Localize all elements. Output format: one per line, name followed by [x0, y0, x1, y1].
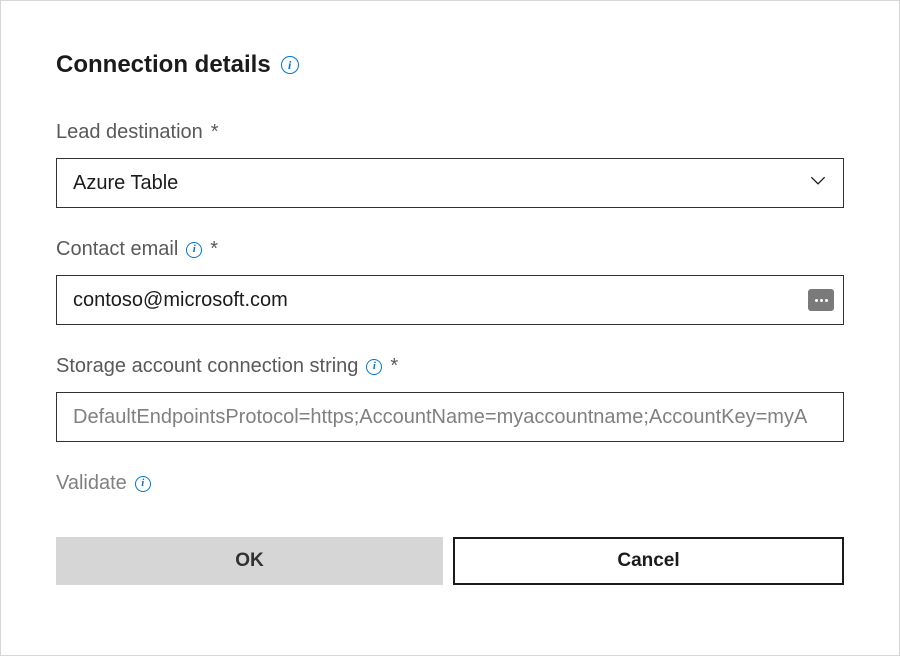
required-mark: * [390, 355, 398, 378]
validate-link[interactable]: Validate [56, 472, 127, 495]
contact-email-input-wrapper [56, 275, 844, 325]
contact-email-label: Contact email i * [56, 238, 844, 261]
info-icon[interactable]: i [281, 56, 299, 74]
connection-string-placeholder: DefaultEndpointsProtocol=https;AccountNa… [73, 406, 807, 429]
connection-string-input[interactable]: DefaultEndpointsProtocol=https;AccountNa… [56, 392, 844, 442]
validate-row: Validate i [56, 472, 844, 495]
field-label-text: Storage account connection string [56, 355, 358, 378]
lead-destination-field: Lead destination * Azure Table [56, 121, 844, 208]
ellipsis-icon[interactable] [808, 289, 834, 311]
lead-destination-select-wrapper: Azure Table [56, 158, 844, 208]
contact-email-input[interactable] [56, 275, 844, 325]
button-row: OK Cancel [56, 537, 844, 585]
panel-header: Connection details i [56, 51, 844, 79]
connection-details-panel: Connection details i Lead destination * … [0, 0, 900, 656]
lead-destination-label: Lead destination * [56, 121, 844, 144]
required-mark: * [211, 121, 219, 144]
info-icon[interactable]: i [135, 476, 151, 492]
contact-email-field: Contact email i * [56, 238, 844, 325]
ok-button[interactable]: OK [56, 537, 443, 585]
cancel-button[interactable]: Cancel [453, 537, 844, 585]
field-label-text: Lead destination [56, 121, 203, 144]
connection-string-field: Storage account connection string i * De… [56, 355, 844, 442]
info-icon[interactable]: i [366, 359, 382, 375]
required-mark: * [210, 238, 218, 261]
panel-title: Connection details [56, 51, 271, 79]
select-value: Azure Table [73, 172, 178, 195]
info-icon[interactable]: i [186, 242, 202, 258]
connection-string-label: Storage account connection string i * [56, 355, 844, 378]
field-label-text: Contact email [56, 238, 178, 261]
lead-destination-select[interactable]: Azure Table [56, 158, 844, 208]
